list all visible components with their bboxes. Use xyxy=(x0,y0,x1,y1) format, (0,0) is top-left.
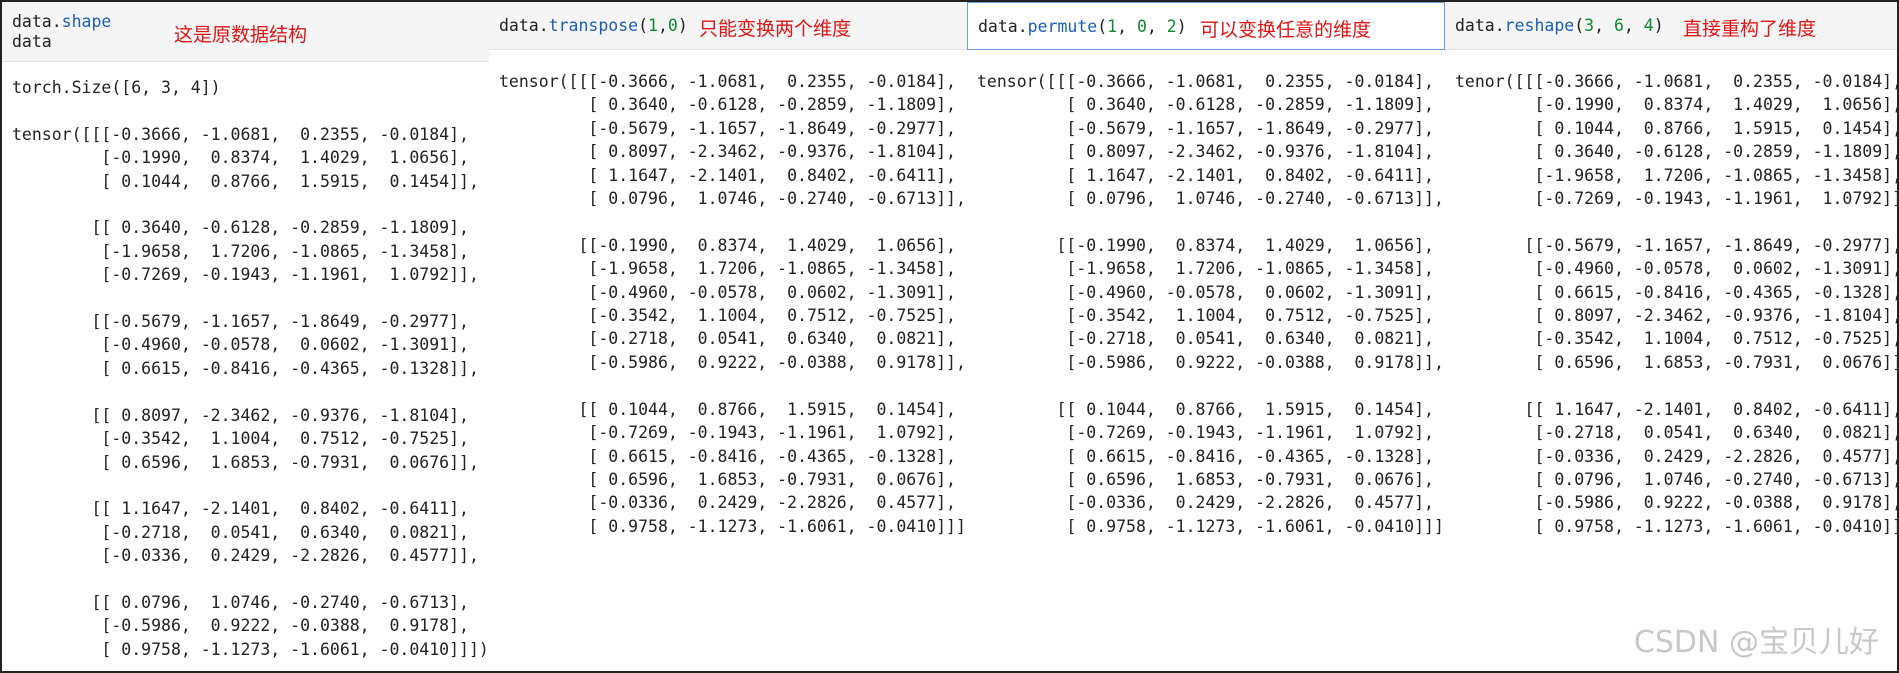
annotation-note: 只能变换两个维度 xyxy=(699,18,852,40)
watermark: CSDN @宝贝儿好 xyxy=(1633,625,1879,660)
code-fn-shape: shape xyxy=(61,12,112,31)
annotation-note: 直接重构了维度 xyxy=(1683,18,1817,40)
cell-reshape: data.reshape(3, 6, 4) 直接重构了维度 tenor([[[-… xyxy=(1445,2,1899,671)
tensor-output: tensor([[[-0.3666, -1.0681, 0.2355, -0.0… xyxy=(977,72,1445,536)
tensor-output: tenor([[[-0.3666, -1.0681, 0.2355, -0.01… xyxy=(1455,72,1899,536)
code-input-shape[interactable]: data.shape data 这是原数据结构 xyxy=(2,2,489,62)
code-text: data.reshape(3, 6, 4) xyxy=(1455,16,1664,35)
annotation-note: 这是原数据结构 xyxy=(174,24,308,46)
cell-original: data.shape data 这是原数据结构 torch.Size([6, 3… xyxy=(2,2,489,671)
code-text: data.shape data xyxy=(12,12,112,51)
notebook-panel: data.shape data 这是原数据结构 torch.Size([6, 3… xyxy=(0,0,1899,673)
cell-transpose: data.transpose(1,0) 只能变换两个维度 tensor([[[-… xyxy=(489,2,967,671)
tensor-output: torch.Size([6, 3, 4]) tensor([[[-0.3666,… xyxy=(12,78,489,659)
code-input-reshape[interactable]: data.reshape(3, 6, 4) 直接重构了维度 xyxy=(1445,2,1897,50)
code-text: data.transpose(1,0) xyxy=(499,16,688,35)
code-text: data.permute(1, 0, 2) xyxy=(978,17,1187,36)
cell-permute: data.permute(1, 0, 2) 可以变换任意的维度 tensor([… xyxy=(967,2,1445,671)
tensor-output: tensor([[[-0.3666, -1.0681, 0.2355, -0.0… xyxy=(499,72,967,536)
annotation-note: 可以变换任意的维度 xyxy=(1200,19,1372,41)
code-input-permute[interactable]: data.permute(1, 0, 2) 可以变换任意的维度 xyxy=(967,2,1445,50)
code-input-transpose[interactable]: data.transpose(1,0) 只能变换两个维度 xyxy=(489,2,967,50)
